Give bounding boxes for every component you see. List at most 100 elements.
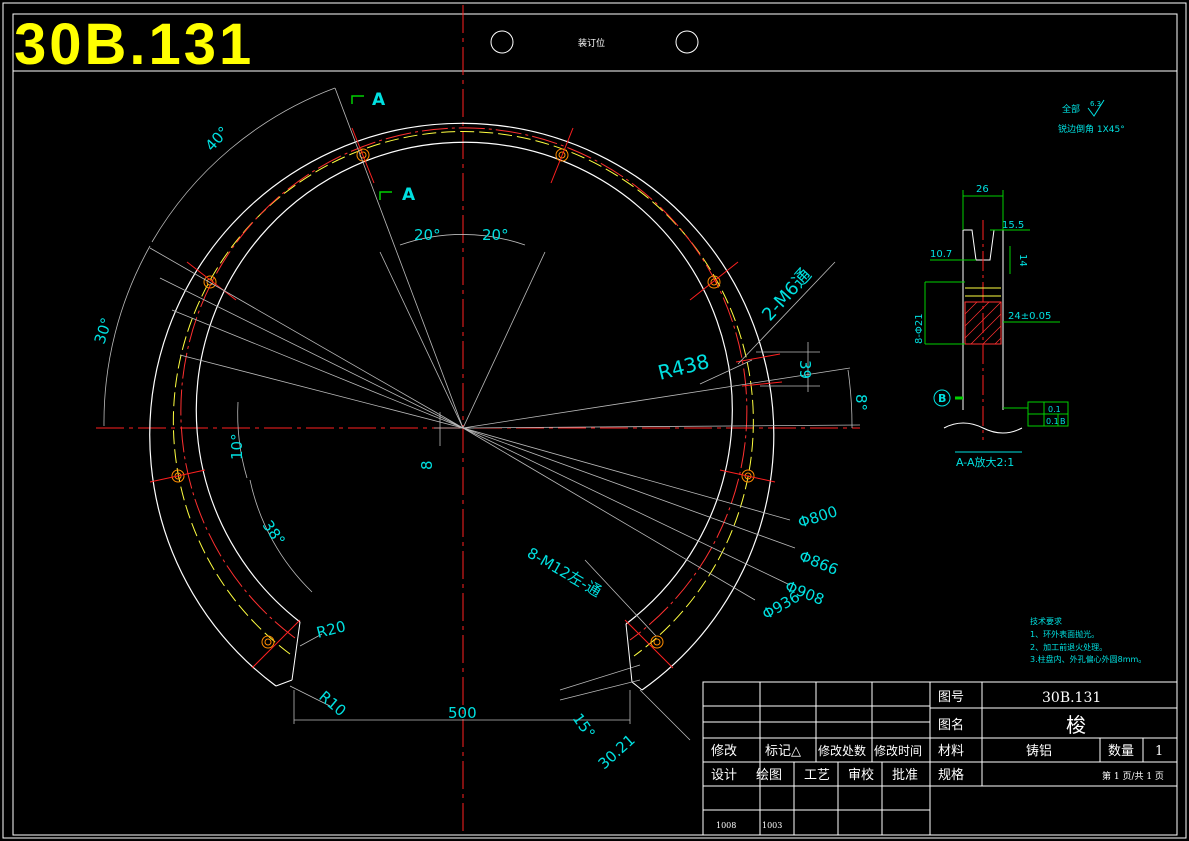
section-dim-lines	[924, 190, 1060, 409]
section-dim: 26	[976, 184, 989, 195]
angle-label: 15°	[569, 710, 599, 742]
tolerance-value: 0.1	[1048, 405, 1061, 414]
rev-header: 修改	[711, 744, 737, 759]
material: 铸铝	[1026, 743, 1052, 759]
leader	[559, 664, 641, 691]
spec-label: 规格	[938, 767, 964, 783]
big-drawing-number: 30B.131	[14, 12, 254, 77]
ring	[149, 122, 775, 691]
gap-end-right	[631, 681, 643, 691]
binding-hole-right	[675, 30, 699, 54]
hole-centerlines	[149, 127, 783, 669]
radius-label: R20	[315, 617, 348, 642]
rev-header: 修改处数	[818, 743, 866, 758]
hatch-line	[964, 301, 990, 327]
tolerance-value: 0.1	[1046, 417, 1059, 426]
section-dim: 8-Φ21	[914, 313, 925, 344]
hole-centerline	[689, 261, 739, 301]
bolt-hole	[650, 635, 664, 649]
page-indicator: 第 1 页/共 1 页	[1102, 770, 1164, 782]
bolt-hole	[261, 635, 275, 649]
sign-code: 1003	[762, 821, 782, 830]
roughness-line2: 锐边倒角 1X45°	[1058, 123, 1125, 135]
cad-drawing: 30B.131 装订位 A A 40° 30° 20° 20° 10° 38° …	[2, 2, 1187, 839]
binding-hole-left	[490, 30, 514, 54]
dimension-label: 30.21	[595, 731, 639, 773]
leader	[559, 679, 641, 701]
drawing-no: 30B.131	[1042, 690, 1101, 706]
angle-label: 30°	[91, 315, 116, 346]
angle-label: 20°	[414, 226, 441, 244]
section-label-bottom: A	[402, 185, 416, 205]
angle-dim-8	[847, 369, 853, 429]
ray	[179, 354, 464, 429]
ray	[159, 277, 464, 429]
dimension-label: 8°	[852, 394, 870, 411]
hole-centerline	[735, 353, 781, 363]
sign-header: 审校	[848, 767, 874, 783]
section-dim: 15.5	[1002, 220, 1024, 231]
section-dim: 14	[1017, 254, 1028, 267]
section-marker-bottom	[379, 191, 392, 200]
ray	[334, 87, 464, 429]
tech-requirements: 技术要求 1、环外表面抛光。 2、加工前退火处理。 3.柱盘内、外孔偏心外圆8m…	[1030, 616, 1146, 664]
tech-title: 技术要求	[1030, 616, 1062, 626]
drawing-no-label: 图号	[938, 690, 964, 705]
sign-header: 设计	[711, 768, 737, 783]
outer-frame	[2, 2, 1187, 839]
hatch-line	[994, 337, 1002, 345]
angle-label: 10°	[228, 433, 246, 460]
gap-edge-right	[625, 623, 633, 683]
hatch-line	[970, 313, 1002, 345]
material-label: 材料	[938, 744, 964, 759]
angle-label: 20°	[482, 226, 509, 244]
section-marker-top	[351, 95, 364, 104]
m6-leader	[737, 261, 836, 365]
datum-letter: B	[938, 392, 946, 405]
diameter-label: Φ936	[759, 588, 803, 624]
gap-edge-left	[291, 621, 301, 681]
sign-code: 1008	[716, 821, 736, 830]
diameter-label: Φ866	[797, 547, 841, 579]
ray	[379, 251, 464, 429]
roughness-line1: 全部	[1062, 103, 1080, 115]
section-caption: A-A放大2:1	[956, 455, 1014, 469]
binding-label: 装订位	[578, 37, 605, 49]
section-dim: 24±0.05	[1008, 311, 1051, 322]
tech-item: 1、环外表面抛光。	[1030, 629, 1099, 639]
gap-end-left	[275, 679, 293, 687]
title-block-text: 图号 30B.131 图名 梭 材料 铸铝 数量 1 规格 第 1 页/共 1 …	[711, 690, 1164, 830]
rev-header: 修改时间	[874, 743, 922, 758]
hatch-line	[964, 301, 978, 315]
leader	[639, 689, 691, 741]
main-view-labels: 40° 30° 20° 20° 10° 38° 15° R438 R20 R10…	[91, 123, 870, 773]
angle-label: 40°	[202, 123, 233, 155]
ray	[462, 251, 546, 429]
rev-header: 标记△	[765, 744, 801, 759]
bolt-hole-inner	[264, 638, 272, 646]
dimension-label: 8	[418, 460, 436, 470]
roughness-note: 全部 6.3 锐边倒角 1X45°	[1058, 100, 1125, 135]
sign-header: 工艺	[804, 768, 830, 783]
tech-item: 3.柱盘内、外孔偏心外圆8mm。	[1030, 654, 1146, 664]
sign-header: 批准	[892, 768, 918, 783]
bolt-hole-inner	[653, 638, 661, 646]
radius-label: R10	[315, 687, 349, 720]
tech-item: 2、加工前退火处理。	[1030, 642, 1107, 652]
hole-centerline	[624, 619, 674, 669]
inner-frame	[12, 13, 1178, 836]
name-label: 图名	[938, 717, 964, 733]
qty: 1	[1155, 744, 1163, 759]
sign-header: 绘图	[756, 768, 782, 783]
dimension-label: 39	[796, 360, 814, 379]
hole-callout: 2-M6通	[758, 265, 816, 326]
ray	[171, 309, 464, 429]
hole-centerline	[550, 127, 574, 184]
hatch-line	[982, 325, 1002, 345]
radius-label: R438	[655, 349, 711, 385]
section-dim: 10.7	[930, 249, 952, 260]
inner-arc	[195, 141, 733, 625]
dimension-label: 500	[448, 704, 477, 722]
hole-centerline	[186, 261, 237, 301]
diameter-label: Φ800	[796, 502, 840, 532]
